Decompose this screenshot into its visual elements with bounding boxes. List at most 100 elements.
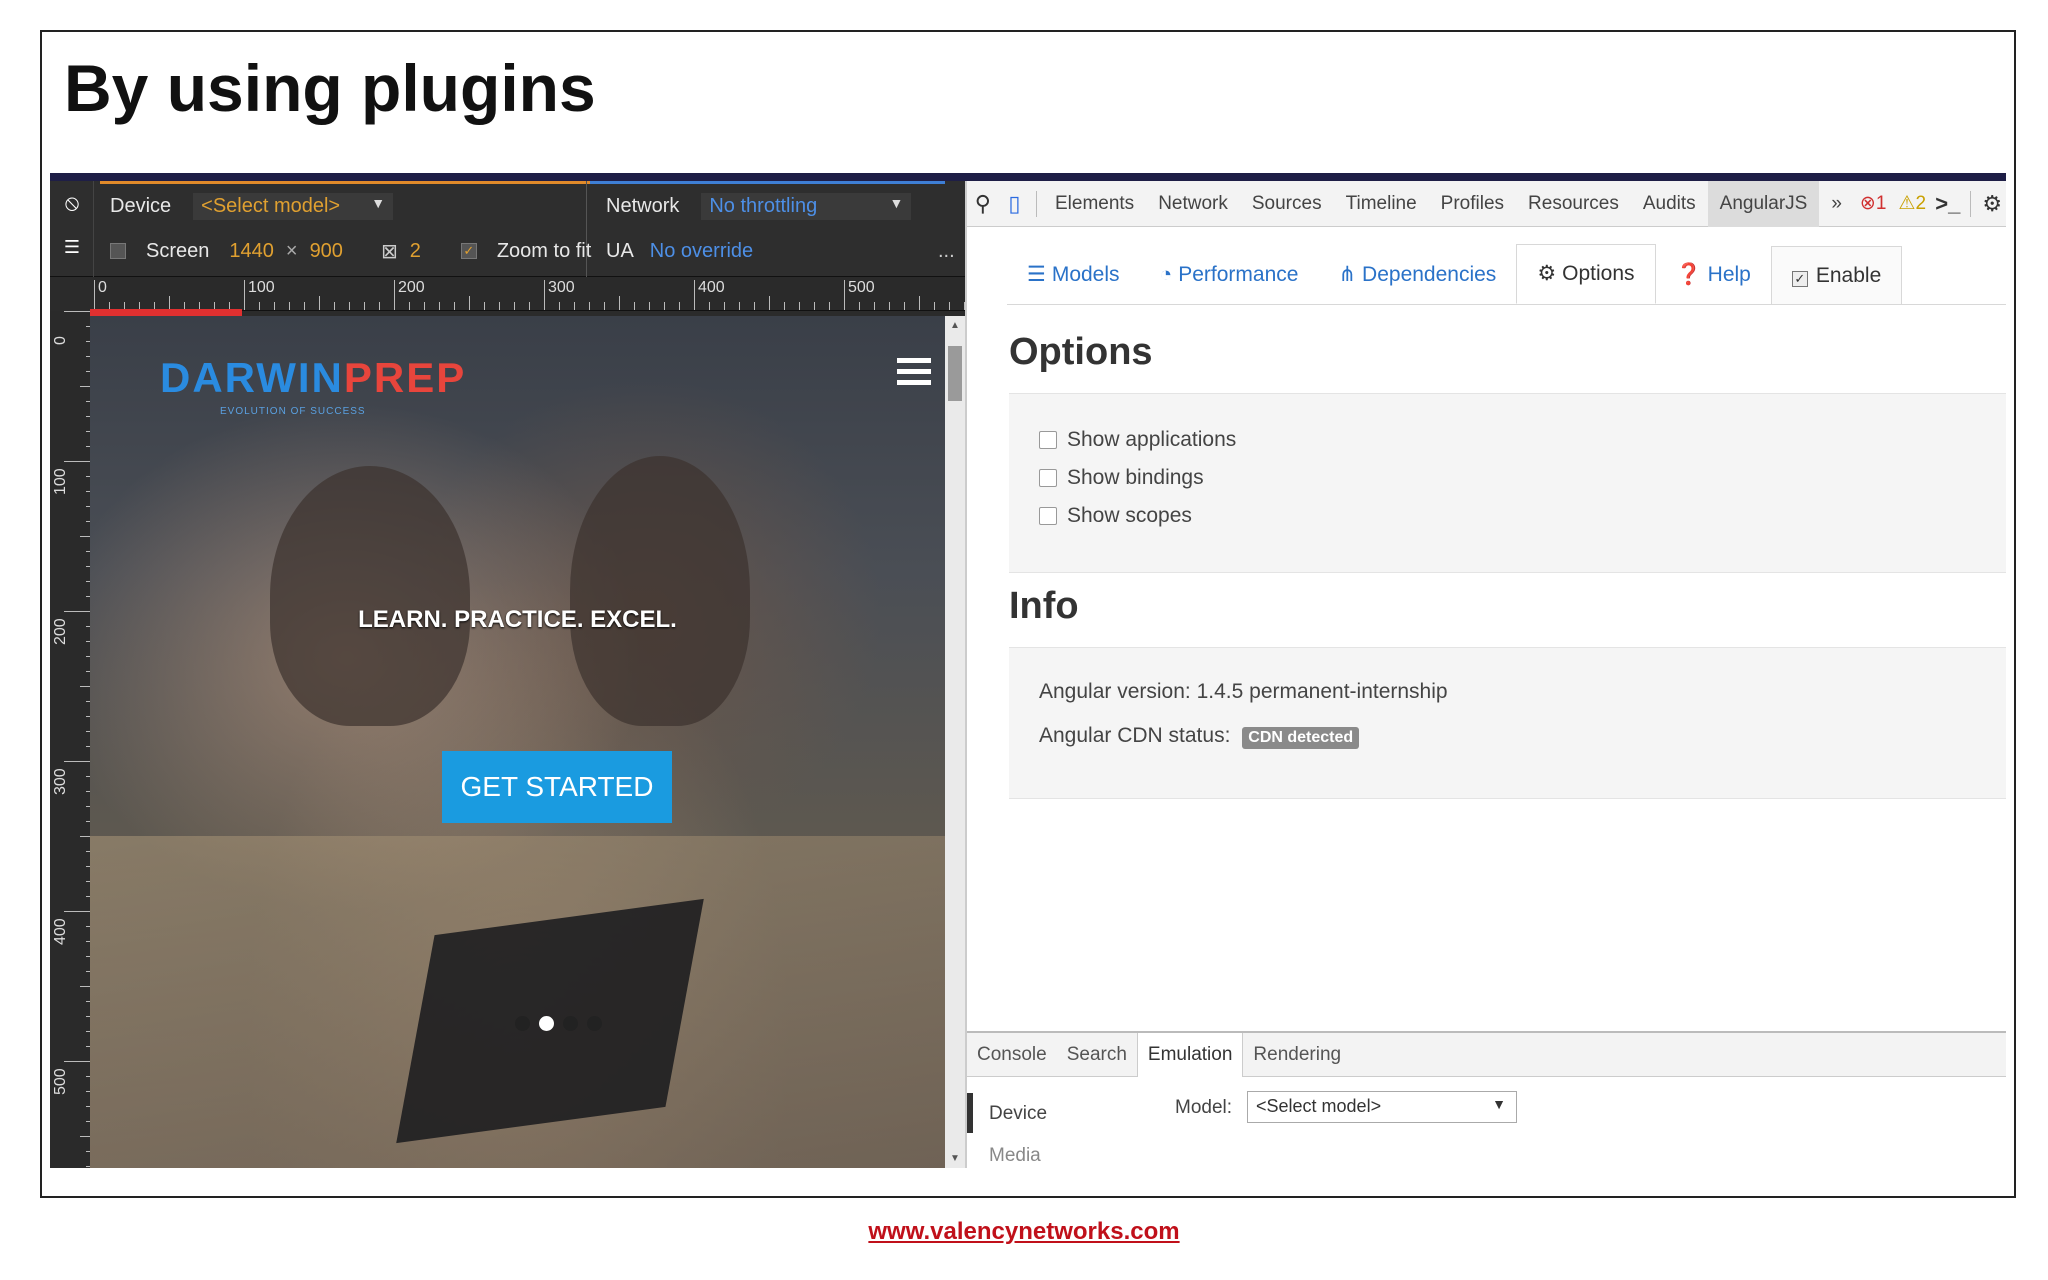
swap-dimensions-icon[interactable]: ⊠ — [381, 239, 398, 264]
warning-count-value: 2 — [1915, 192, 1927, 214]
option-show-applications[interactable]: Show applications — [1039, 428, 1236, 452]
carousel-dot[interactable] — [539, 1016, 554, 1031]
pixel-ratio[interactable]: 2 — [410, 240, 421, 263]
devtools-tab-bar: ⚲ ▯ Elements Network Sources Timeline Pr… — [967, 180, 2006, 227]
screen-height[interactable]: 900 — [310, 240, 343, 263]
viewport-scrollbar[interactable]: ▲ ▼ — [945, 316, 965, 1168]
toggle-media-icon[interactable]: ☰ — [60, 235, 84, 259]
screen-width[interactable]: 1440 — [229, 240, 274, 263]
cdn-status-badge: CDN detected — [1242, 727, 1360, 749]
drawer-tab-console[interactable]: Console — [967, 1033, 1057, 1077]
info-panel: Angular version: 1.4.5 permanent-interns… — [1009, 647, 2006, 799]
search-icon[interactable]: ⚲ — [967, 191, 999, 217]
drawer-device-item[interactable]: Device — [989, 1103, 1047, 1125]
chevron-down-icon: ▼ — [1492, 1096, 1506, 1112]
device-mode-icon[interactable]: ▯ — [999, 191, 1031, 217]
drawer-tab-bar: Console Search Emulation Rendering — [967, 1032, 2006, 1077]
drawer-tab-emulation[interactable]: Emulation — [1136, 1032, 1244, 1077]
ua-value[interactable]: No override — [650, 240, 753, 263]
ruler-tick — [739, 302, 740, 310]
device-label: Device — [110, 194, 172, 217]
ruler-tick — [799, 302, 800, 310]
drawer-model-value: <Select model> — [1256, 1096, 1382, 1116]
scroll-up-icon[interactable]: ▲ — [945, 320, 965, 331]
carousel-dot[interactable] — [587, 1016, 602, 1031]
carousel-dot[interactable] — [515, 1016, 530, 1031]
screen-label: Screen — [146, 239, 210, 262]
tab-angularjs[interactable]: AngularJS — [1707, 180, 1820, 227]
logo-subtitle: EVOLUTION OF SUCCESS — [220, 406, 366, 417]
ruler-tick — [919, 296, 920, 310]
checkbox[interactable] — [1039, 469, 1057, 487]
checkbox[interactable] — [1039, 431, 1057, 449]
ruler-label: 0 — [98, 279, 107, 296]
ruler-tick — [619, 296, 620, 310]
ruler-label: 300 — [548, 279, 575, 296]
carousel-dot[interactable] — [563, 1016, 578, 1031]
no-entry-icon[interactable]: ⦸ — [60, 191, 84, 215]
ruler-horizontal: 0 100 200 300 400 500 — [94, 277, 965, 311]
site-logo[interactable]: DARWINPREP — [160, 354, 466, 402]
get-started-button[interactable]: GET STARTED — [442, 751, 672, 823]
info-heading: Info — [1009, 585, 1079, 627]
ruler-tick — [469, 296, 470, 310]
angular-tab-models[interactable]: ☰ Models — [1007, 246, 1140, 304]
carousel-dots — [515, 1016, 602, 1031]
checkbox[interactable] — [1039, 507, 1057, 525]
hamburger-menu-icon[interactable] — [897, 358, 931, 386]
angular-tab-help[interactable]: ❓ Help — [1656, 246, 1771, 304]
tab-network[interactable]: Network — [1146, 181, 1240, 227]
scrollbar-thumb[interactable] — [948, 346, 962, 401]
devtools-pane: ⚲ ▯ Elements Network Sources Timeline Pr… — [965, 180, 2006, 1168]
drawer-selected-indicator — [967, 1093, 973, 1133]
option-show-scopes[interactable]: Show scopes — [1039, 504, 1192, 528]
tab-audits[interactable]: Audits — [1631, 181, 1708, 227]
footer-website-link[interactable]: www.valencynetworks.com — [0, 1218, 2048, 1246]
network-value: No throttling — [709, 194, 818, 217]
zoom-to-fit-checkbox[interactable]: ✓ — [460, 243, 477, 259]
scroll-down-icon[interactable]: ▼ — [945, 1153, 965, 1164]
cdn-status-row: Angular CDN status: CDN detected — [1039, 724, 1360, 749]
network-label: Network — [606, 194, 680, 217]
more-icon[interactable]: ... — [938, 240, 955, 263]
drawer-media-item[interactable]: Media — [989, 1145, 1041, 1167]
tab-resources[interactable]: Resources — [1516, 181, 1631, 227]
warning-count[interactable]: ⚠2 — [1892, 181, 1932, 227]
emulated-viewport[interactable]: DARWINPREP EVOLUTION OF SUCCESS LEARN. P… — [90, 316, 945, 1168]
option-show-bindings[interactable]: Show bindings — [1039, 466, 1204, 490]
ruler-tick — [784, 302, 785, 310]
ruler-tick — [319, 296, 320, 310]
tab-sources[interactable]: Sources — [1240, 181, 1334, 227]
ruler-tick — [349, 302, 350, 310]
console-drawer-icon[interactable]: >_ — [1932, 191, 1964, 217]
question-icon: ❓ — [1675, 263, 1702, 286]
angular-tab-performance[interactable]: ◔ Performance — [1140, 246, 1319, 304]
ruler-tick — [259, 302, 260, 310]
zoom-to-fit-label: Zoom to fit — [496, 239, 592, 262]
angular-tab-enable[interactable]: ✓ Enable — [1770, 246, 1903, 304]
logo-text-prep: PREP — [343, 354, 467, 401]
drawer-model-select[interactable]: <Select model> ▼ — [1247, 1091, 1517, 1123]
tab-timeline[interactable]: Timeline — [1334, 181, 1429, 227]
tab-overflow[interactable]: » — [1819, 181, 1854, 227]
ruler-label: 200 — [398, 279, 425, 296]
drawer-tab-search[interactable]: Search — [1057, 1033, 1137, 1077]
warning-icon: ⚠ — [1898, 192, 1916, 214]
angular-tab-dependencies[interactable]: ⋔ Dependencies — [1318, 246, 1516, 304]
angular-tab-options[interactable]: ⚙ Options — [1516, 244, 1656, 304]
devtools-drawer: Console Search Emulation Rendering Devic… — [967, 1031, 2006, 1168]
device-model-select[interactable]: <Select model> ▼ — [193, 192, 394, 220]
ruler-tick — [499, 302, 500, 310]
gear-icon[interactable]: ⚙ — [1976, 191, 2006, 217]
tab-elements[interactable]: Elements — [1043, 181, 1146, 227]
hero-photo-person — [570, 456, 750, 726]
screen-checkbox[interactable] — [110, 243, 126, 259]
ruler-tick — [274, 302, 275, 310]
tab-profiles[interactable]: Profiles — [1429, 181, 1516, 227]
error-count[interactable]: ⊗1 — [1854, 181, 1893, 227]
chevron-down-icon: ▼ — [371, 194, 386, 211]
ruler-tick — [889, 302, 890, 310]
drawer-tab-rendering[interactable]: Rendering — [1243, 1033, 1351, 1077]
network-throttle-select[interactable]: No throttling ▼ — [701, 192, 912, 220]
error-count-value: 1 — [1875, 192, 1887, 214]
